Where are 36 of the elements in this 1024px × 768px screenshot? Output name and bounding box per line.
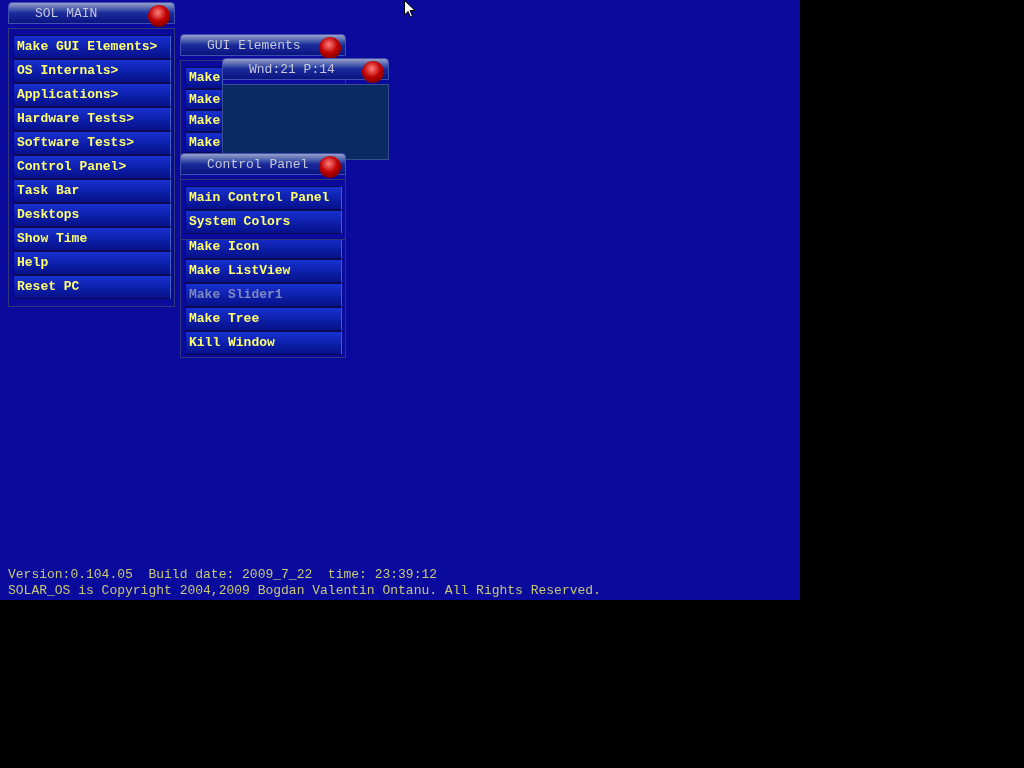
menu-item[interactable]: Desktops xyxy=(13,203,171,227)
title-bar[interactable]: GUI Elements xyxy=(180,34,346,56)
menu-item[interactable]: Make GUI Elements> xyxy=(13,35,171,59)
menu-item[interactable]: Show Time xyxy=(13,227,171,251)
window-title: GUI Elements xyxy=(207,38,301,52)
window-title: Wnd:21 P:14 xyxy=(249,62,335,76)
menu-item[interactable]: Help xyxy=(13,251,171,275)
close-icon[interactable] xyxy=(319,37,341,59)
close-icon[interactable] xyxy=(148,5,170,27)
menu-item[interactable]: Hardware Tests> xyxy=(13,107,171,131)
window-title: Control Panel xyxy=(207,157,309,171)
title-bar[interactable]: Control Panel xyxy=(180,153,346,175)
menu-item[interactable]: Make xyxy=(185,131,223,153)
menu-item[interactable]: Make xyxy=(185,88,223,110)
menu-item[interactable]: Task Bar xyxy=(13,179,171,203)
menu-item[interactable]: Kill Window xyxy=(185,331,342,355)
menu-item[interactable]: Make ListView xyxy=(185,259,342,283)
title-bar[interactable]: Wnd:21 P:14 xyxy=(222,58,389,80)
menu-item[interactable]: Software Tests> xyxy=(13,131,171,155)
menu-item[interactable]: Reset PC xyxy=(13,275,171,299)
control-panel-submenu[interactable]: Control Panel Main Control Panel System Colors xyxy=(180,153,346,240)
menu-item[interactable]: Make Tree xyxy=(185,307,342,331)
window-title: SOL MAIN xyxy=(35,6,98,20)
menu-item[interactable]: Make xyxy=(185,67,223,89)
menu-item[interactable]: Make xyxy=(185,110,223,132)
status-text: Version:0.104.05 Build date: 2009_7_22 time: 23:39:12 xyxy=(8,567,439,583)
menu-item[interactable]: System Colors xyxy=(185,210,342,234)
close-icon[interactable] xyxy=(319,156,341,178)
title-bar[interactable]: SOL MAIN xyxy=(8,2,175,24)
menu-item[interactable]: Applications> xyxy=(13,83,171,107)
menu-item[interactable]: Main Control Panel xyxy=(185,186,342,210)
close-icon[interactable] xyxy=(362,61,384,83)
menu-item[interactable]: OS Internals> xyxy=(13,59,171,83)
cursor-icon xyxy=(404,0,416,18)
menu-item[interactable]: Control Panel> xyxy=(13,155,171,179)
status-text: SOLAR_OS is Copyright 2004,2009 Bogdan Valentin Ontanu. All Rights Reserved. xyxy=(8,583,601,599)
